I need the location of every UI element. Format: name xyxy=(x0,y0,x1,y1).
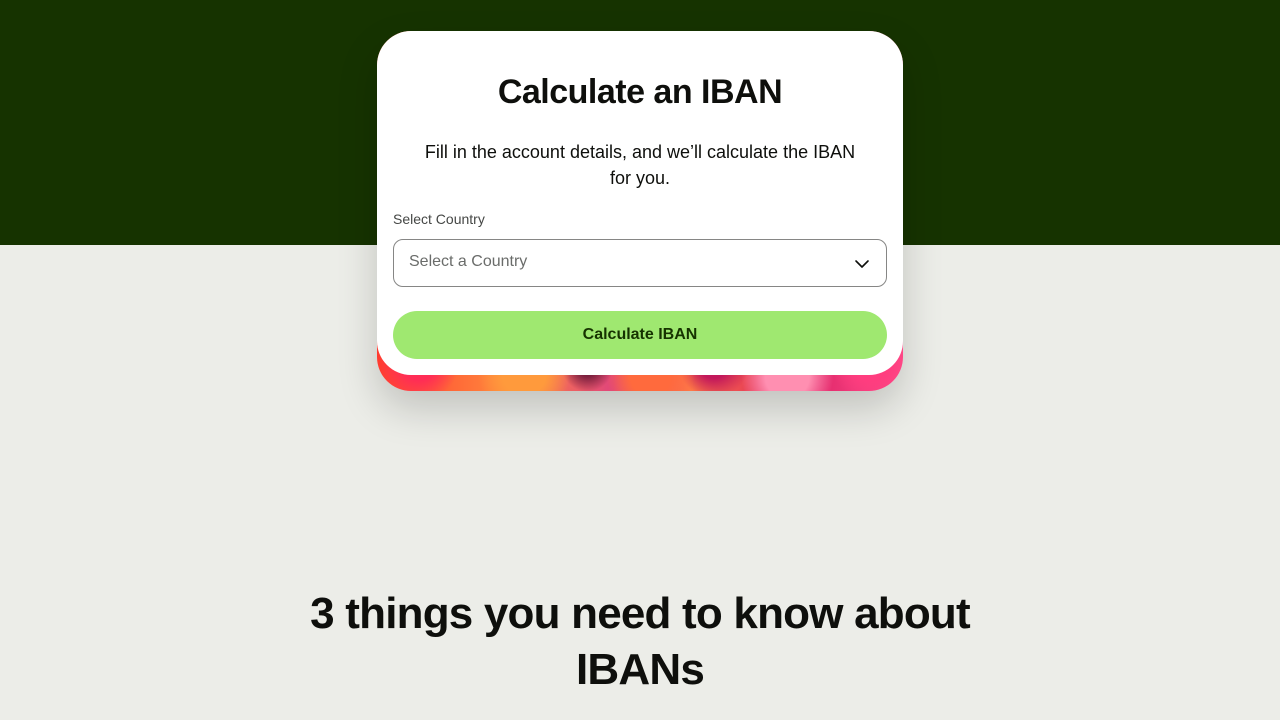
iban-calculator-widget: Calculate an IBAN Fill in the account de… xyxy=(377,31,903,391)
calculate-iban-button[interactable]: Calculate IBAN xyxy=(393,311,887,359)
card-title: Calculate an IBAN xyxy=(497,73,783,111)
card-description: Fill in the account details, and we’ll c… xyxy=(424,142,856,188)
country-field-label: Select Country xyxy=(393,211,485,227)
iban-calculator-card: Calculate an IBAN Fill in the account de… xyxy=(377,31,903,375)
iban-facts-heading: 3 things you need to know about IBANs xyxy=(310,589,970,694)
country-select[interactable]: Select a Country xyxy=(393,239,887,287)
country-select-placeholder: Select a Country xyxy=(409,253,528,270)
chevron-down-icon xyxy=(855,260,869,268)
